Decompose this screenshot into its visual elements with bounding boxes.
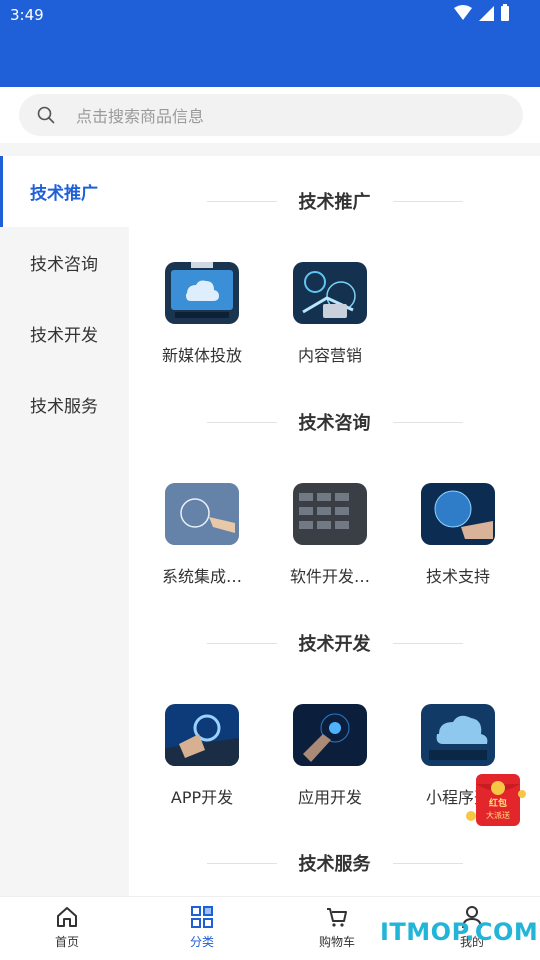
- search-input[interactable]: 点击搜索商品信息: [19, 94, 523, 136]
- category-icon: [191, 906, 213, 928]
- item-thumbnail: [165, 704, 239, 766]
- category-item-content-marketing[interactable]: 内容营销: [275, 262, 385, 366]
- search-placeholder: 点击搜索商品信息: [76, 107, 205, 126]
- red-packet-promo[interactable]: 红包 大派送: [466, 770, 528, 830]
- svg-text:红包: 红包: [489, 797, 507, 809]
- status-bar: 3:49: [0, 0, 540, 87]
- cart-icon: [327, 908, 347, 927]
- home-icon: [57, 907, 77, 927]
- section-title: 技术开发: [129, 628, 540, 658]
- sidebar-item-tech-promotion[interactable]: 技术推广: [0, 156, 129, 227]
- tab-category[interactable]: 分类: [162, 905, 242, 950]
- sidebar-item-tech-consulting[interactable]: 技术咨询: [0, 227, 129, 298]
- section-title: 技术推广: [129, 186, 540, 216]
- item-thumbnail: [421, 483, 495, 545]
- item-thumbnail: [165, 483, 239, 545]
- watermark: ITMOP.COM: [380, 918, 539, 946]
- item-thumbnail: [293, 483, 367, 545]
- item-thumbnail: [165, 262, 239, 324]
- divider: [0, 143, 540, 156]
- signal-icon: [479, 6, 494, 21]
- item-thumbnail: [293, 262, 367, 324]
- category-item-app-development[interactable]: APP开发: [147, 704, 257, 808]
- tab-cart[interactable]: 购物车: [297, 905, 377, 950]
- svg-text:大派送: 大派送: [486, 810, 510, 820]
- item-thumbnail: [421, 704, 495, 766]
- red-packet-icon: 红包 大派送: [466, 774, 526, 826]
- category-item-new-media[interactable]: 新媒体投放: [147, 262, 257, 366]
- category-item-tech-support[interactable]: 技术支持: [403, 483, 513, 587]
- status-time: 3:49: [10, 6, 44, 24]
- status-icons: [454, 4, 510, 22]
- section-title: 技术服务: [129, 848, 540, 878]
- category-sidebar: 技术推广 技术咨询 技术开发 技术服务: [0, 156, 129, 896]
- item-thumbnail: [293, 704, 367, 766]
- sidebar-item-tech-development[interactable]: 技术开发: [0, 298, 129, 369]
- search-icon: [37, 106, 55, 124]
- category-item-application-development[interactable]: 应用开发: [275, 704, 385, 808]
- section-title: 技术咨询: [129, 407, 540, 437]
- category-item-system-integration[interactable]: 系统集成…: [147, 483, 257, 587]
- sidebar-item-tech-service[interactable]: 技术服务: [0, 369, 129, 440]
- wifi-icon: [454, 5, 472, 20]
- category-item-software-development[interactable]: 软件开发…: [275, 483, 385, 587]
- search-bar: 点击搜索商品信息: [0, 87, 540, 147]
- battery-icon: [501, 4, 509, 21]
- tab-home[interactable]: 首页: [27, 905, 107, 950]
